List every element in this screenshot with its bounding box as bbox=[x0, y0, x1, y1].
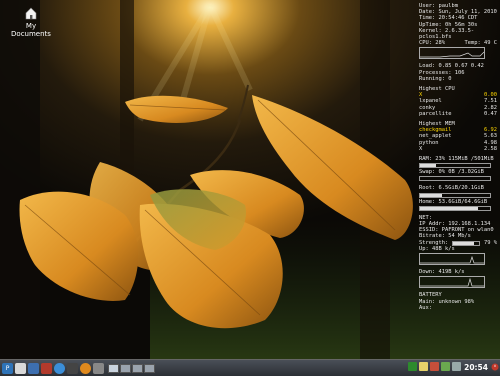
volume-tray-icon[interactable] bbox=[452, 362, 461, 371]
display-icon[interactable] bbox=[67, 362, 78, 374]
battery-aux: Aux: bbox=[419, 304, 432, 311]
conky-ram: RAM: 23% 115MiB /501MiB bbox=[419, 156, 494, 163]
swap-bar bbox=[419, 176, 491, 182]
conky-system-monitor: User: paulbm Date: Sun, July 11, 2010 Ti… bbox=[419, 3, 497, 311]
cpu-process-name: parcellite bbox=[419, 110, 452, 117]
strength-label: Strength: bbox=[419, 239, 449, 246]
workspace-3[interactable] bbox=[132, 363, 143, 373]
taskbar-clock[interactable]: 20:54 bbox=[464, 363, 488, 372]
conky-cpu: CPU: 28% bbox=[419, 40, 445, 47]
mem-process-row: X 2.58 bbox=[419, 146, 497, 152]
windows-icon[interactable] bbox=[93, 362, 104, 374]
cpu-graph-line bbox=[420, 52, 485, 58]
desktop-icon-label-line1: My bbox=[25, 22, 37, 30]
upload-graph bbox=[419, 253, 485, 266]
conky-home: Home: 53.6GiB/64.6GiB bbox=[419, 198, 488, 205]
workspace-4[interactable] bbox=[144, 363, 155, 373]
updates-tray-icon[interactable] bbox=[419, 362, 428, 371]
terminal-icon[interactable] bbox=[28, 362, 39, 374]
home-bar bbox=[419, 205, 491, 211]
home-bar-fill bbox=[420, 206, 479, 210]
my-documents-desktop-icon[interactable]: My Documents bbox=[8, 6, 54, 38]
desktop-icon-label-line2: Documents bbox=[11, 30, 51, 38]
conky-root: Root: 6.5GiB/20.1GiB bbox=[419, 185, 484, 192]
network-tray-icon[interactable] bbox=[408, 362, 417, 371]
download-graph bbox=[419, 276, 485, 289]
cpu-graph bbox=[419, 47, 485, 60]
conky-temp: Temp: 49 C bbox=[464, 40, 497, 47]
mail-tray-icon[interactable] bbox=[430, 362, 439, 371]
strength-row: Strength: 79 % bbox=[419, 240, 497, 246]
conky-running: Running: 0 bbox=[419, 75, 452, 82]
cpu-process-row: parcellite 0.47 bbox=[419, 111, 497, 117]
battery-tray-icon[interactable] bbox=[441, 362, 450, 371]
highest-cpu-list: X 0.00 lxpanel 7.51 conky 2.82 parcellite 0.… bbox=[419, 92, 497, 117]
firefox-icon[interactable] bbox=[80, 362, 91, 374]
workspace-2[interactable] bbox=[120, 363, 131, 373]
home-folder-icon bbox=[25, 7, 37, 20]
system-tray bbox=[408, 362, 463, 371]
mem-process-name: X bbox=[419, 145, 423, 152]
strength-value: 79 % bbox=[484, 239, 497, 246]
files-icon[interactable] bbox=[15, 362, 26, 374]
cpu-process-value: 0.47 bbox=[484, 110, 497, 117]
mem-process-value: 2.58 bbox=[484, 145, 497, 152]
ram-bar bbox=[419, 163, 491, 169]
power-icon[interactable] bbox=[491, 363, 499, 371]
browser-icon[interactable] bbox=[54, 362, 65, 374]
conky-down: Down: 419B k/s bbox=[419, 269, 465, 276]
root-bar-fill bbox=[420, 193, 443, 197]
conky-kernel: Kernel: 2.6.33.5-pclos1.bfs bbox=[419, 27, 475, 41]
ram-bar-fill bbox=[420, 164, 437, 168]
download-graph-line bbox=[420, 278, 484, 287]
highest-mem-list: checkgmail 6.92 net_applet 5.63 python 4.98… bbox=[419, 127, 497, 152]
workspace-1[interactable] bbox=[108, 363, 119, 373]
upload-graph-line bbox=[420, 255, 484, 264]
strength-bar-fill bbox=[453, 241, 474, 245]
start-menu-icon[interactable]: P bbox=[2, 362, 13, 374]
conky-cpu-row: CPU: 28% Temp: 49 C bbox=[419, 40, 497, 46]
strength-bar bbox=[452, 240, 481, 246]
tools-icon[interactable] bbox=[41, 362, 52, 374]
conky-up: Up: 48B k/s bbox=[419, 245, 455, 252]
root-bar bbox=[419, 192, 491, 198]
conky-swap: Swap: 0% 0B /3.02GiB bbox=[419, 169, 484, 176]
